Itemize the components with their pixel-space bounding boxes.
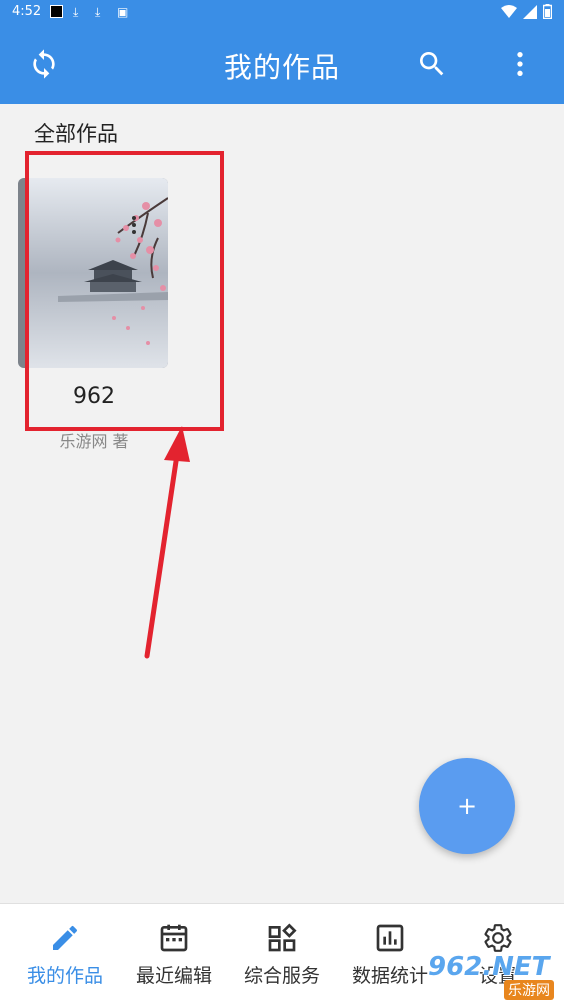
download-icon: ⤓: [95, 5, 101, 19]
wifi-icon: [501, 4, 517, 18]
more-options-button[interactable]: [496, 40, 544, 88]
search-button[interactable]: [408, 40, 456, 88]
image-notification-icon: ▣: [117, 5, 129, 19]
watermark-brand: 962.NET: [428, 952, 550, 982]
gear-icon: [484, 924, 512, 952]
nav-item-my-works[interactable]: 我的作品: [10, 904, 120, 1004]
download-icon: ⤓: [73, 5, 79, 19]
status-time: 4:52: [12, 4, 42, 19]
section-title: 全部作品: [34, 122, 118, 146]
nav-item-recent-edits[interactable]: 最近编辑: [119, 904, 229, 1004]
watermark-sub: 乐游网: [504, 980, 554, 1000]
app-notification-icon: [50, 5, 63, 18]
more-vertical-icon: [517, 52, 523, 76]
watermark-logo: 962.NET 乐游网: [428, 952, 564, 1000]
nav-item-services[interactable]: 综合服务: [227, 904, 337, 1004]
search-icon: [420, 52, 444, 76]
add-work-button[interactable]: +: [419, 758, 515, 854]
battery-icon: [543, 4, 552, 19]
grid-icon: [268, 923, 297, 952]
bar-chart-icon: [376, 924, 404, 952]
signal-icon: [523, 4, 537, 19]
nav-label: 综合服务: [243, 965, 320, 987]
page-title: 我的作品: [223, 51, 340, 84]
status-bar: 4:52 ⤓ ⤓ ▣: [0, 0, 564, 26]
nav-label: 最近编辑: [135, 965, 212, 987]
system-icons: [501, 4, 552, 19]
notification-icons: ⤓ ⤓ ▣: [50, 5, 129, 19]
pencil-icon: [53, 925, 78, 950]
highlight-box: [25, 151, 224, 431]
app-bar: 4:52 ⤓ ⤓ ▣ 我的作品: [0, 0, 564, 104]
nav-label: 我的作品: [26, 965, 103, 987]
book-author: 乐游网 著: [59, 432, 129, 451]
calendar-icon: [160, 924, 188, 952]
